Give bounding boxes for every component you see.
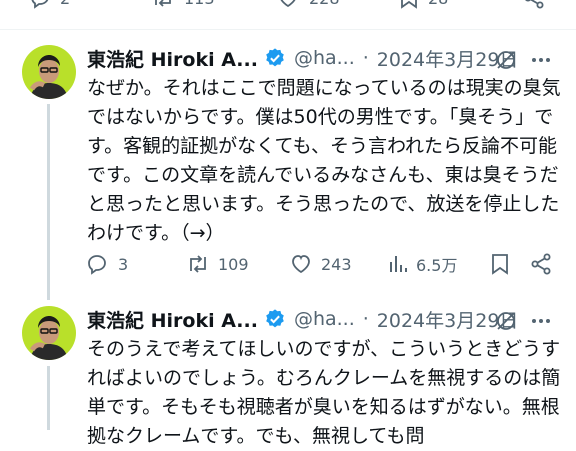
repost-icon — [190, 255, 206, 273]
author-handle[interactable]: @ha... — [294, 47, 355, 69]
bookmark-count: 28 — [428, 0, 448, 8]
heart-icon — [292, 255, 310, 274]
repost-count: 109 — [218, 254, 249, 274]
reply-icon — [31, 0, 49, 9]
author-name[interactable]: 東浩紀 Hiroki A... — [87, 306, 258, 333]
like-button[interactable]: 228 — [275, 0, 340, 10]
separator-dot: · — [362, 308, 369, 330]
tweet-actions: 3 109 243 6.5万 — [85, 250, 555, 278]
tweet-header: 東浩紀 Hiroki A... @ha... · 2024年3月29日 — [87, 45, 518, 71]
like-count: 243 — [321, 254, 352, 274]
bookmark-button[interactable] — [489, 250, 511, 278]
avatar[interactable] — [22, 45, 76, 99]
tweet-text: そのうえで考えてほしいのですが、こういうときどうすればよいのでしょう。むろんクレ… — [87, 338, 561, 447]
bookmark-icon — [492, 254, 508, 275]
reply-button[interactable]: 3 — [85, 250, 128, 278]
avatar-image — [22, 45, 76, 99]
avatar[interactable] — [22, 306, 76, 360]
share-button[interactable] — [529, 250, 553, 278]
share-icon — [525, 0, 544, 9]
like-button[interactable]: 243 — [288, 250, 352, 278]
tweet-divider — [0, 29, 576, 30]
repost-button[interactable]: 109 — [185, 250, 249, 278]
grok-icon[interactable] — [495, 310, 517, 332]
repost-count: 113 — [184, 0, 215, 8]
like-count: 228 — [309, 0, 340, 8]
views-icon — [390, 256, 407, 272]
heart-icon — [280, 0, 296, 8]
bookmark-icon — [401, 0, 417, 9]
reply-button[interactable]: 2 — [28, 0, 70, 10]
separator-dot: · — [362, 47, 369, 69]
reply-icon — [88, 255, 106, 275]
avatar-image — [22, 306, 76, 360]
author-handle[interactable]: @ha... — [294, 308, 355, 330]
grok-icon[interactable] — [495, 49, 517, 71]
views-count: 6.5万 — [416, 256, 458, 275]
thread-line — [47, 104, 50, 300]
previous-tweet-actions: 2 113 228 28 — [0, 0, 576, 14]
author-name[interactable]: 東浩紀 Hiroki A... — [87, 45, 258, 72]
verified-badge-icon — [266, 309, 284, 328]
views-button[interactable]: 6.5万 — [387, 250, 457, 278]
share-icon — [531, 253, 551, 275]
more-icon[interactable] — [530, 49, 552, 71]
tweet-header: 東浩紀 Hiroki A... @ha... · 2024年3月29日 — [87, 306, 518, 332]
reply-count: 2 — [60, 0, 70, 8]
repost-button[interactable]: 113 — [150, 0, 215, 10]
repost-icon — [155, 0, 171, 7]
verified-badge-icon — [266, 48, 284, 67]
thread-line — [47, 366, 50, 430]
more-icon[interactable] — [530, 310, 552, 332]
reply-count: 3 — [118, 254, 129, 274]
tweet-text: なぜか。それはここで問題になっているのは現実の臭気ではないからです。僕は50代の… — [87, 77, 561, 244]
share-button[interactable] — [522, 0, 546, 10]
bookmark-button[interactable]: 28 — [398, 0, 448, 10]
